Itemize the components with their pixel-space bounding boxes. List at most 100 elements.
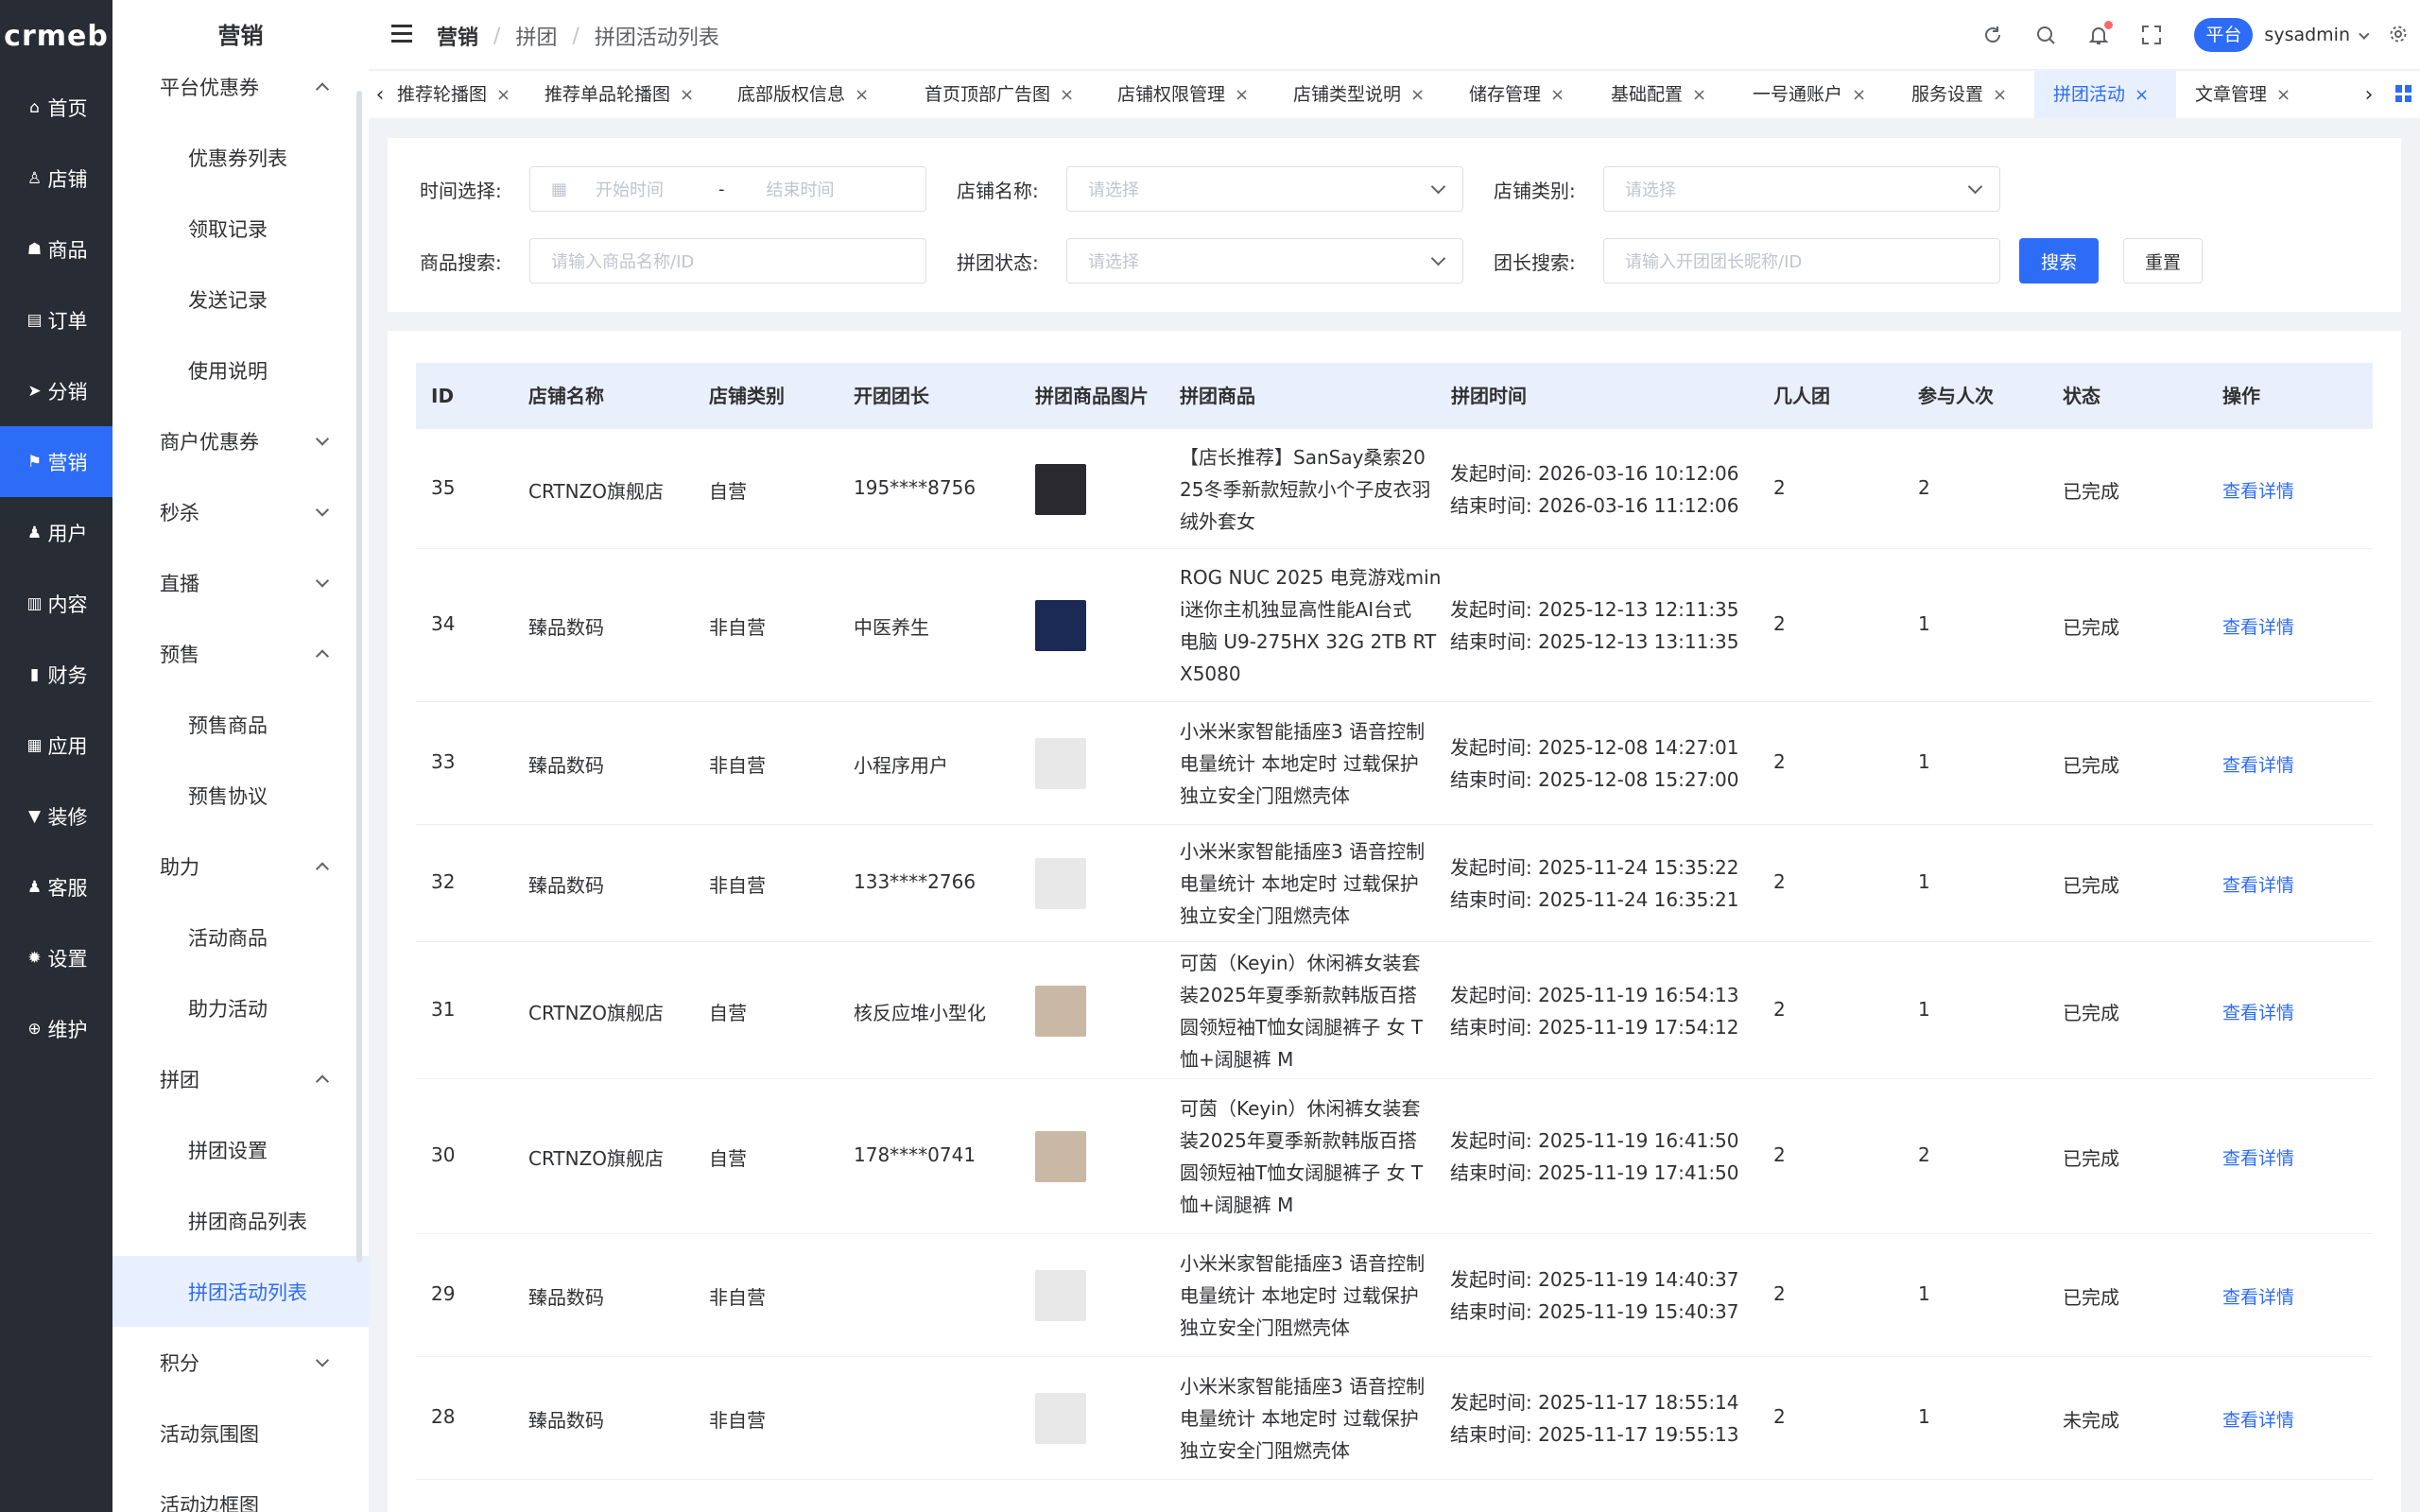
view-details-link[interactable]: 查看详情 (2222, 613, 2294, 639)
submenu-item[interactable]: 发送记录 (112, 264, 369, 335)
rail-item[interactable]: ♟ 客服 (0, 851, 112, 922)
submenu-item[interactable]: 秒杀 (112, 476, 369, 547)
group-status-select[interactable]: 请选择 (1066, 238, 1463, 284)
tab-item[interactable]: 首页顶部广告图 × (906, 71, 1091, 118)
rail-item[interactable]: ▦ 应用 (0, 710, 112, 781)
store-name-select[interactable]: 请选择 (1066, 166, 1463, 212)
fullscreen-icon[interactable] (2141, 25, 2162, 45)
reset-button[interactable]: 重置 (2123, 238, 2203, 284)
rail-item[interactable]: ⊕ 维护 (0, 993, 112, 1064)
submenu-item[interactable]: 活动商品 (112, 902, 369, 972)
rail-item[interactable]: ▤ 订单 (0, 284, 112, 355)
rail-item[interactable]: ▮ 财务 (0, 639, 112, 710)
close-icon[interactable]: × (680, 85, 694, 105)
product-name-line: 圆领短袖T恤女阔腿裤子 女 T (1180, 1161, 1424, 1184)
submenu-item[interactable]: 商户优惠券 (112, 405, 369, 476)
view-details-link[interactable]: 查看详情 (2222, 1406, 2294, 1432)
rail-item[interactable]: ♙ 店铺 (0, 143, 112, 214)
rail-item[interactable]: ▼ 装修 (0, 781, 112, 851)
close-icon[interactable]: × (2276, 85, 2290, 105)
product-thumbnail[interactable] (1035, 985, 1086, 1037)
product-thumbnail[interactable] (1035, 1393, 1086, 1444)
rail-item[interactable]: ▥ 内容 (0, 568, 112, 639)
submenu-item[interactable]: 使用说明 (112, 335, 369, 405)
submenu-item[interactable]: 平台优惠券 (112, 51, 369, 122)
tab-item[interactable]: 基础配置 × (1592, 71, 1726, 118)
tab-item[interactable]: 店铺权限管理 × (1098, 71, 1267, 118)
leader-search-input[interactable]: 请输入开团团长昵称/ID (1603, 238, 2000, 284)
product-thumbnail[interactable] (1035, 738, 1086, 789)
refresh-icon[interactable] (1982, 25, 2003, 45)
rail-item[interactable]: ⚑ 营销 (0, 426, 112, 497)
submenu-item[interactable]: 拼团设置 (112, 1114, 369, 1185)
breadcrumb-item[interactable]: 拼团 (515, 21, 557, 51)
rail-item[interactable]: ✹ 设置 (0, 922, 112, 993)
search-icon[interactable] (2035, 25, 2056, 45)
close-icon[interactable]: × (2135, 85, 2149, 105)
view-details-link[interactable]: 查看详情 (2222, 1283, 2294, 1309)
close-icon[interactable]: × (1993, 85, 2007, 105)
close-icon[interactable]: × (1060, 85, 1074, 105)
submenu-scrollbar[interactable] (356, 91, 362, 1263)
product-thumbnail[interactable] (1035, 1131, 1086, 1182)
tab-item[interactable]: 推荐轮播图 × (378, 71, 520, 118)
breadcrumb-item[interactable]: 营销 (437, 21, 478, 51)
search-button[interactable]: 搜索 (2019, 238, 2099, 284)
tab-item[interactable]: 储存管理 × (1450, 71, 1584, 118)
submenu-item[interactable]: 助力活动 (112, 972, 369, 1043)
submenu-item[interactable]: 活动边框图 (112, 1469, 369, 1512)
user-dropdown[interactable]: sysadmin (2264, 25, 2370, 45)
tabs-scroll-right-icon[interactable]: › (2358, 71, 2380, 118)
tabs-scroll-left-icon[interactable]: ‹ (369, 71, 391, 118)
close-icon[interactable]: × (1410, 85, 1425, 105)
product-thumbnail[interactable] (1035, 1270, 1086, 1321)
submenu-item[interactable]: 拼团 (112, 1043, 369, 1114)
product-thumbnail[interactable] (1035, 463, 1086, 515)
platform-badge[interactable]: 平台 (2194, 18, 2254, 52)
view-details-link[interactable]: 查看详情 (2222, 1144, 2294, 1170)
submenu-item[interactable]: 积分 (112, 1327, 369, 1398)
product-thumbnail[interactable] (1035, 600, 1086, 651)
rail-item[interactable]: ⌂ 首页 (0, 72, 112, 143)
submenu-item[interactable]: 预售商品 (112, 689, 369, 760)
submenu-item[interactable]: 领取记录 (112, 193, 369, 264)
rail-item[interactable]: ♟ 用户 (0, 497, 112, 568)
submenu-item[interactable]: 拼团商品列表 (112, 1185, 369, 1256)
submenu-item[interactable]: 优惠券列表 (112, 122, 369, 193)
tab-item[interactable]: 文章管理 × (2176, 71, 2310, 118)
table-row: 33 臻品数码 非自营 小程序用户 小米米家智能插座3 语音控制 电量统计 本地定时 过载… (416, 702, 2373, 825)
close-icon[interactable]: × (496, 85, 510, 105)
tabs-menu-grid-icon[interactable] (2395, 85, 2412, 102)
close-icon[interactable]: × (1692, 85, 1706, 105)
submenu-item[interactable]: 预售协议 (112, 760, 369, 831)
tab-item[interactable]: 底部版权信息 × (718, 71, 898, 118)
close-icon[interactable]: × (1550, 85, 1564, 105)
tab-item[interactable]: 店铺类型说明 × (1274, 71, 1443, 118)
tab-item[interactable]: 推荐单品轮播图 × (526, 71, 711, 118)
rail-item[interactable]: ☗ 商品 (0, 214, 112, 284)
goods-search-input[interactable]: 请输入商品名称/ID (529, 238, 926, 284)
view-details-link[interactable]: 查看详情 (2222, 871, 2294, 897)
rail-item[interactable]: ➤ 分销 (0, 355, 112, 426)
close-icon[interactable]: × (1852, 85, 1866, 105)
submenu-item[interactable]: 拼团活动列表 (112, 1256, 369, 1327)
date-range-picker[interactable]: ▦ 开始时间 - 结束时间 (529, 166, 926, 212)
brand-logo[interactable]: crmeb (0, 0, 112, 72)
settings-gear-icon[interactable] (2388, 25, 2409, 45)
close-icon[interactable]: × (1235, 85, 1249, 105)
menu-toggle-icon[interactable] (391, 25, 412, 43)
view-details-link[interactable]: 查看详情 (2222, 751, 2294, 777)
notification-bell-icon[interactable] (2088, 21, 2114, 45)
tab-item[interactable]: 拼团活动 × (2034, 71, 2176, 118)
close-icon[interactable]: × (855, 85, 869, 105)
view-details-link[interactable]: 查看详情 (2222, 477, 2294, 503)
store-type-select[interactable]: 请选择 (1603, 166, 2000, 212)
tab-item[interactable]: 一号通账户 × (1734, 71, 1885, 118)
product-thumbnail[interactable] (1035, 858, 1086, 909)
submenu-item[interactable]: 活动氛围图 (112, 1398, 369, 1469)
submenu-item[interactable]: 直播 (112, 547, 369, 618)
submenu-item[interactable]: 助力 (112, 831, 369, 902)
submenu-item[interactable]: 预售 (112, 618, 369, 689)
view-details-link[interactable]: 查看详情 (2222, 999, 2294, 1024)
tab-item[interactable]: 服务设置 × (1893, 71, 2027, 118)
